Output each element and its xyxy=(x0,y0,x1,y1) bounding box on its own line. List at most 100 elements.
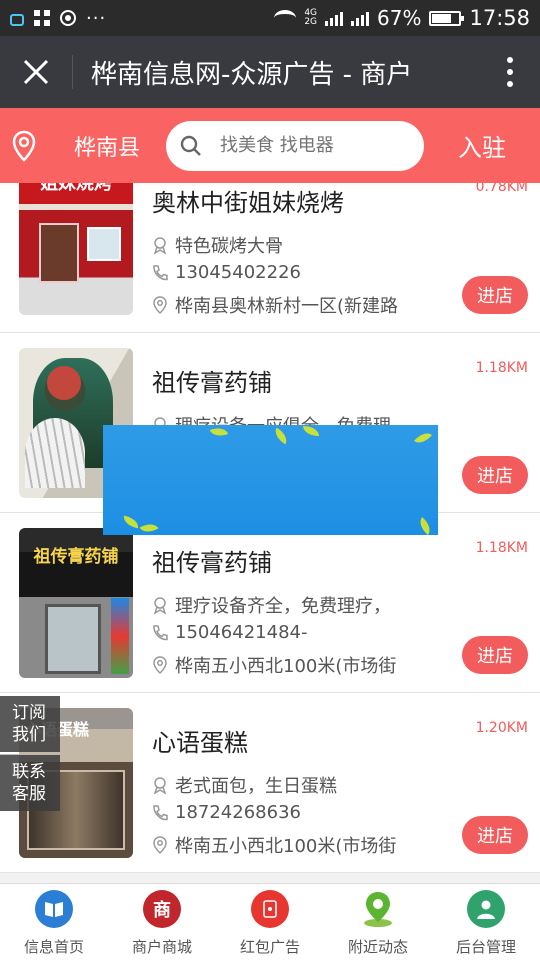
merchant-card[interactable]: 姐妹烧烤 奥林中街姐妹烧烤 0.78KM 特色碳烤大骨 13045402226 … xyxy=(0,183,540,333)
merchant-name[interactable]: 祖传膏药铺 xyxy=(152,543,272,578)
leaf-decoration xyxy=(414,428,432,448)
search-box[interactable] xyxy=(166,120,424,171)
address-text: 桦南县奥林新村一区(新建路 xyxy=(175,296,399,317)
apps-icon xyxy=(34,10,50,26)
address-text: 桦南五小西北100米(市场街 xyxy=(175,836,397,857)
leaf-decoration xyxy=(303,426,319,436)
location-button[interactable] xyxy=(0,130,48,162)
signal-icon-2 xyxy=(351,10,370,26)
address-text: 桦南五小西北100米(市场街 xyxy=(175,656,397,677)
location-pin-icon xyxy=(153,836,167,854)
page-title: 桦南信息网-众源广告 - 商户 xyxy=(91,59,413,90)
status-bar: ··· 4G 2G 67% 17:58 xyxy=(0,0,540,36)
merchant-name[interactable]: 祖传膏药铺 xyxy=(152,363,272,398)
more-dot-icon xyxy=(507,69,513,75)
merchant-distance: 0.78KM xyxy=(475,183,528,195)
leaf-decoration xyxy=(122,515,140,529)
search-header: 桦南县 入驻 xyxy=(0,108,540,183)
nav-label: 附近动态 xyxy=(347,938,408,956)
status-right: 4G 2G 67% 17:58 xyxy=(274,6,530,30)
more-menu-button[interactable] xyxy=(480,36,540,108)
thumbnail-sign-text: 姐妹烧烤 xyxy=(40,183,112,194)
book-icon xyxy=(35,890,73,928)
search-icon xyxy=(180,135,201,156)
customer-service-tab[interactable]: 联系 客服 xyxy=(0,754,60,811)
nav-label: 商户商城 xyxy=(131,938,192,956)
nav-nearby[interactable]: 附近动态 xyxy=(324,884,432,960)
location-pin-icon xyxy=(153,656,167,674)
merchant-name[interactable]: 奥林中街姐妹烧烤 xyxy=(152,183,344,218)
badge-icon xyxy=(153,597,167,614)
user-admin-icon xyxy=(467,890,505,928)
tagline-text: 特色碳烤大骨 xyxy=(175,236,283,257)
merchant-phone[interactable]: 15046421484- xyxy=(151,622,451,643)
leaf-decoration xyxy=(139,519,159,535)
thumbnail-door xyxy=(39,223,79,283)
thumbnail-door xyxy=(45,604,101,674)
record-icon xyxy=(60,10,76,26)
subscribe-tab[interactable]: 订阅 我们 xyxy=(0,696,60,752)
thumbnail-fan xyxy=(25,418,85,488)
thumbnail-face xyxy=(47,366,81,400)
join-button[interactable]: 入驻 xyxy=(424,128,540,163)
merchant-address: 桦南五小西北100米(市场街 xyxy=(151,652,451,678)
merchant-tagline: 特色碳烤大骨 xyxy=(151,232,451,258)
clock: 17:58 xyxy=(469,6,530,30)
close-button[interactable] xyxy=(0,36,72,108)
bottom-navigation: 信息首页 商 商户商城 红包广告 附近动态 后台管理 xyxy=(0,883,540,960)
nav-label: 后台管理 xyxy=(455,938,516,956)
location-pin-icon xyxy=(359,890,397,928)
merchant-phone[interactable]: 18724268636 xyxy=(151,802,451,823)
merchant-tagline: 老式面包，生日蛋糕 xyxy=(151,772,451,798)
nav-shop[interactable]: 商 商户商城 xyxy=(108,884,216,960)
thumbnail-sign-text: 祖传膏药铺 xyxy=(33,547,119,567)
title-bar: 桦南信息网-众源广告 - 商户 xyxy=(0,36,540,108)
nav-label: 红包广告 xyxy=(239,938,300,956)
thumbnail-window xyxy=(87,227,121,261)
merchant-distance: 1.18KM xyxy=(475,540,528,556)
merchant-address: 桦南五小西北100米(市场街 xyxy=(151,832,451,858)
location-pin-icon xyxy=(153,296,167,314)
merchant-tagline: 理疗设备齐全，免费理疗， xyxy=(151,592,451,618)
battery-icon xyxy=(429,10,465,26)
leaf-decoration xyxy=(415,517,435,535)
signal-icon xyxy=(325,10,344,26)
phone-icon xyxy=(153,624,168,640)
floating-ad-banner[interactable] xyxy=(103,425,438,535)
thumbnail-banner xyxy=(111,598,129,674)
enter-shop-button[interactable]: 进店 xyxy=(462,816,528,854)
merchant-card[interactable]: 祖传膏药铺 祖传膏药铺 1.18KM 理疗设备齐全，免费理疗， 15046421… xyxy=(0,513,540,693)
search-input[interactable] xyxy=(220,135,400,156)
tagline-text: 理疗设备齐全，免费理疗， xyxy=(175,596,391,617)
location-pin-icon xyxy=(12,130,36,162)
lock-icon xyxy=(10,14,24,26)
enter-shop-button[interactable]: 进店 xyxy=(462,636,528,674)
status-left: ··· xyxy=(10,8,274,29)
merchant-thumbnail: 姐妹烧烤 xyxy=(19,183,133,315)
enter-shop-button[interactable]: 进店 xyxy=(462,456,528,494)
network-type: 4G 2G xyxy=(304,8,318,27)
more-notifications-icon: ··· xyxy=(86,7,107,29)
merchant-thumbnail: 祖传膏药铺 xyxy=(19,528,133,678)
nav-admin[interactable]: 后台管理 xyxy=(432,884,540,960)
more-dot-icon xyxy=(507,57,513,63)
merchant-name[interactable]: 心语蛋糕 xyxy=(152,723,248,758)
nav-home[interactable]: 信息首页 xyxy=(0,884,108,960)
merchant-card[interactable]: 心语蛋糕 心语蛋糕 1.20KM 老式面包，生日蛋糕 18724268636 桦… xyxy=(0,693,540,873)
wifi-icon xyxy=(274,10,297,26)
merchant-address: 桦南县奥林新村一区(新建路 xyxy=(151,292,451,318)
nav-redpacket[interactable]: 红包广告 xyxy=(216,884,324,960)
nav-label: 信息首页 xyxy=(23,938,84,956)
badge-icon xyxy=(153,237,167,254)
phone-icon xyxy=(153,804,168,820)
leaf-decoration xyxy=(209,425,229,440)
more-dot-icon xyxy=(507,81,513,87)
enter-shop-button[interactable]: 进店 xyxy=(462,276,528,314)
phone-text: 13045402226 xyxy=(175,262,301,283)
merchant-distance: 1.18KM xyxy=(475,360,528,376)
red-envelope-icon xyxy=(251,890,289,928)
phone-text: 18724268636 xyxy=(175,802,301,823)
tagline-text: 老式面包，生日蛋糕 xyxy=(175,776,337,797)
location-name[interactable]: 桦南县 xyxy=(48,130,166,162)
merchant-phone[interactable]: 13045402226 xyxy=(151,262,451,283)
